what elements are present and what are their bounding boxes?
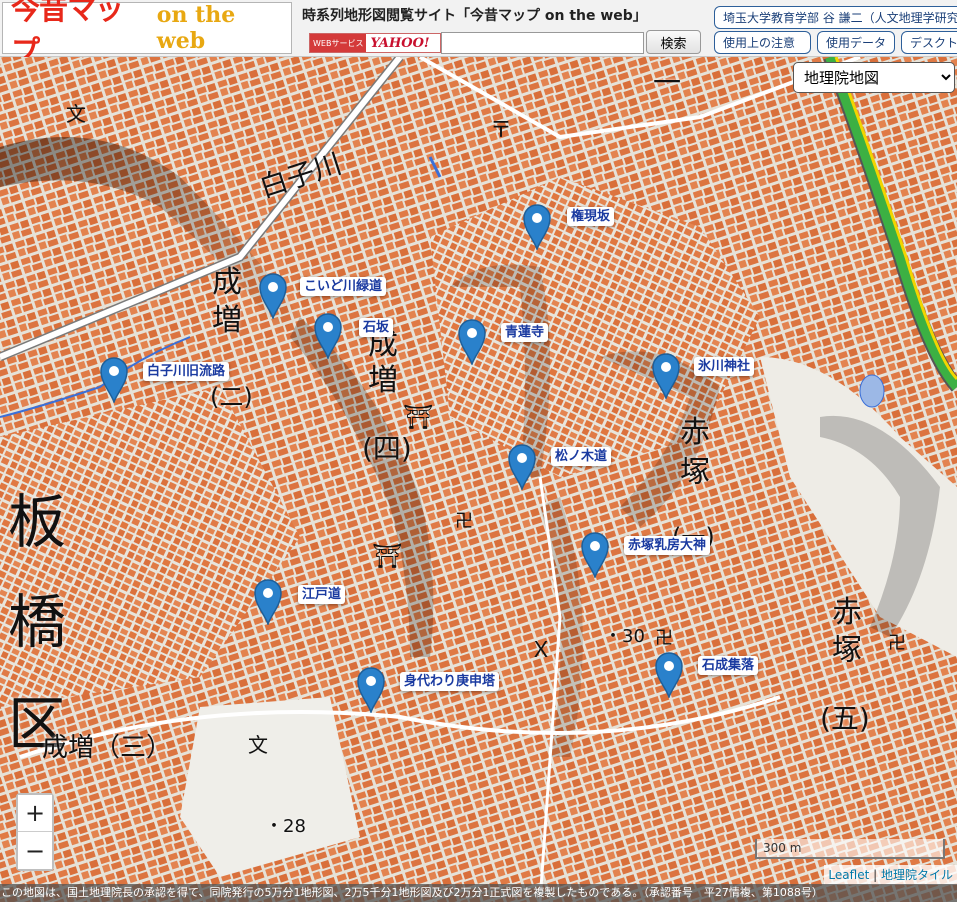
temple-icon: 卍 bbox=[655, 628, 673, 649]
map-marker-pin-icon[interactable] bbox=[258, 271, 288, 319]
elevation-label: ・30 bbox=[604, 626, 645, 647]
place-label: (二) bbox=[210, 383, 253, 411]
map-marker-pin-icon[interactable] bbox=[522, 202, 552, 250]
map-marker-label[interactable]: 氷川神社 bbox=[694, 357, 755, 376]
yahoo-web-service-badge[interactable]: WEBサービス YAHOO! bbox=[309, 33, 441, 53]
map-marker-pin-icon[interactable] bbox=[356, 665, 386, 713]
used-data-button[interactable]: 使用データ bbox=[817, 31, 895, 54]
map-marker-label[interactable]: 身代わり庚申塔 bbox=[400, 672, 500, 691]
map-marker-label[interactable]: 権現坂 bbox=[567, 207, 615, 226]
shrine-icon: ⛩ bbox=[372, 542, 402, 570]
map-marker-pin-icon[interactable] bbox=[580, 530, 610, 578]
school-icon: 文 bbox=[248, 733, 268, 757]
usage-notes-button[interactable]: 使用上の注意 bbox=[714, 31, 811, 54]
attribution-separator: | bbox=[873, 868, 878, 882]
temple-icon: 卍 bbox=[455, 511, 473, 532]
yahoo-web-label: WEBサービス bbox=[310, 34, 367, 52]
site-title: 時系列地形図閲覧サイト「今昔マップ on the web」 bbox=[302, 8, 647, 24]
map-marker-label[interactable]: 白子川旧流路 bbox=[143, 362, 230, 381]
map-attribution: Leaflet | 地理院タイル bbox=[824, 865, 957, 885]
map-marker-pin-icon[interactable] bbox=[253, 577, 283, 625]
temple-icon: 卍 bbox=[888, 633, 906, 654]
place-label: (五) bbox=[820, 702, 870, 735]
search-input[interactable] bbox=[441, 32, 644, 54]
place-label-large: 板 bbox=[8, 488, 67, 556]
map-marker-label[interactable]: 松ノ木道 bbox=[551, 447, 612, 466]
yahoo-logo: YAHOO! bbox=[370, 35, 430, 51]
site-logo[interactable]: 今昔マップ on the web bbox=[2, 0, 292, 68]
author-link-button[interactable]: 埼玉大学教育学部 谷 謙二（人文地理学研究室） bbox=[714, 6, 957, 29]
place-label: 赤 bbox=[680, 415, 710, 450]
map-marker-pin-icon[interactable] bbox=[507, 442, 537, 490]
place-label: 増 bbox=[368, 363, 398, 398]
map-marker-pin-icon[interactable] bbox=[457, 317, 487, 365]
leaflet-link[interactable]: Leaflet bbox=[828, 868, 869, 882]
place-label: (四) bbox=[362, 432, 412, 465]
school-icon: 文 bbox=[66, 102, 86, 126]
place-label: 成増（三） bbox=[42, 733, 173, 763]
place-label: 塚 bbox=[680, 455, 710, 490]
place-label: 一 bbox=[653, 66, 682, 99]
map-marker-label[interactable]: 石坂 bbox=[359, 318, 394, 337]
intersection-icon: Ｘ bbox=[530, 638, 552, 663]
zoom-in-button[interactable]: + bbox=[18, 795, 52, 832]
zoom-out-button[interactable]: − bbox=[18, 832, 52, 869]
app-header: 今昔マップ on the web 時系列地形図閲覧サイト「今昔マップ on th… bbox=[0, 0, 957, 68]
gsi-tiles-link[interactable]: 地理院タイル bbox=[881, 868, 953, 882]
scale-bar: 300 m bbox=[755, 839, 945, 859]
place-label: 塚 bbox=[832, 633, 862, 668]
pond bbox=[859, 374, 885, 408]
topographic-map[interactable]: 〒 ⛩ ⛩ 卍 卍 卍 文 文 Ｘ bbox=[0, 57, 957, 902]
zoom-control: + − bbox=[16, 793, 54, 871]
post-office-icon: 〒 bbox=[490, 118, 512, 143]
search-button[interactable]: 検索 bbox=[646, 30, 701, 54]
map-marker-pin-icon[interactable] bbox=[313, 311, 343, 359]
map-marker-pin-icon[interactable] bbox=[651, 351, 681, 399]
place-label-large: 橋 bbox=[8, 588, 67, 656]
map-marker-label[interactable]: 石成集落 bbox=[698, 656, 759, 675]
base-layer-select[interactable]: 地理院地図 bbox=[793, 62, 955, 93]
copyright-notice: この地図は、国土地理院長の承認を得て、同院発行の5万分1地形図、2万5千分1地形… bbox=[0, 884, 957, 902]
map-marker-pin-icon[interactable] bbox=[99, 355, 129, 403]
map-view[interactable]: 〒 ⛩ ⛩ 卍 卍 卍 文 文 Ｘ 白子川 成 増 成 増 (四) 赤 塚 一 … bbox=[0, 57, 957, 902]
place-label: 増 bbox=[212, 303, 242, 338]
map-marker-label[interactable]: 青蓮寺 bbox=[501, 323, 549, 342]
map-marker-label[interactable]: 江戸道 bbox=[298, 585, 346, 604]
elevation-label: ・28 bbox=[265, 816, 306, 837]
map-marker-pin-icon[interactable] bbox=[654, 650, 684, 698]
logo-text-en: on the web bbox=[156, 2, 236, 54]
map-marker-label[interactable]: 赤塚乳房大神 bbox=[624, 536, 711, 555]
desktop-version-button[interactable]: デスクトップ版 bbox=[901, 31, 957, 54]
map-marker-label[interactable]: こいど川緑道 bbox=[300, 277, 387, 296]
